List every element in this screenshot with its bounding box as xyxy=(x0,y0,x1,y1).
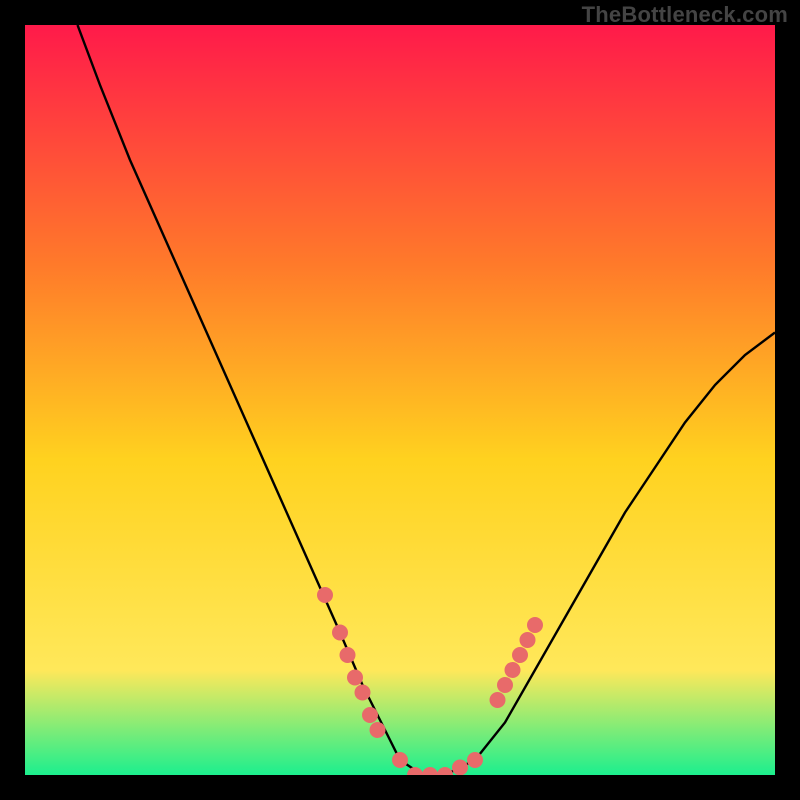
highlight-dot xyxy=(347,670,363,686)
highlight-dot xyxy=(520,632,536,648)
highlight-dot xyxy=(527,617,543,633)
highlight-dot xyxy=(370,722,386,738)
highlight-dot xyxy=(317,587,333,603)
chart-frame: TheBottleneck.com xyxy=(0,0,800,800)
highlight-dot xyxy=(467,752,483,768)
watermark-text: TheBottleneck.com xyxy=(582,2,788,28)
highlight-dot xyxy=(392,752,408,768)
highlight-dot xyxy=(512,647,528,663)
highlight-dot xyxy=(362,707,378,723)
plot-area xyxy=(25,25,775,775)
highlight-dot xyxy=(452,760,468,776)
highlight-dot xyxy=(340,647,356,663)
highlight-dot xyxy=(332,625,348,641)
gradient-background xyxy=(25,25,775,775)
highlight-dot xyxy=(490,692,506,708)
bottleneck-chart xyxy=(25,25,775,775)
highlight-dot xyxy=(355,685,371,701)
highlight-dot xyxy=(505,662,521,678)
highlight-dot xyxy=(497,677,513,693)
